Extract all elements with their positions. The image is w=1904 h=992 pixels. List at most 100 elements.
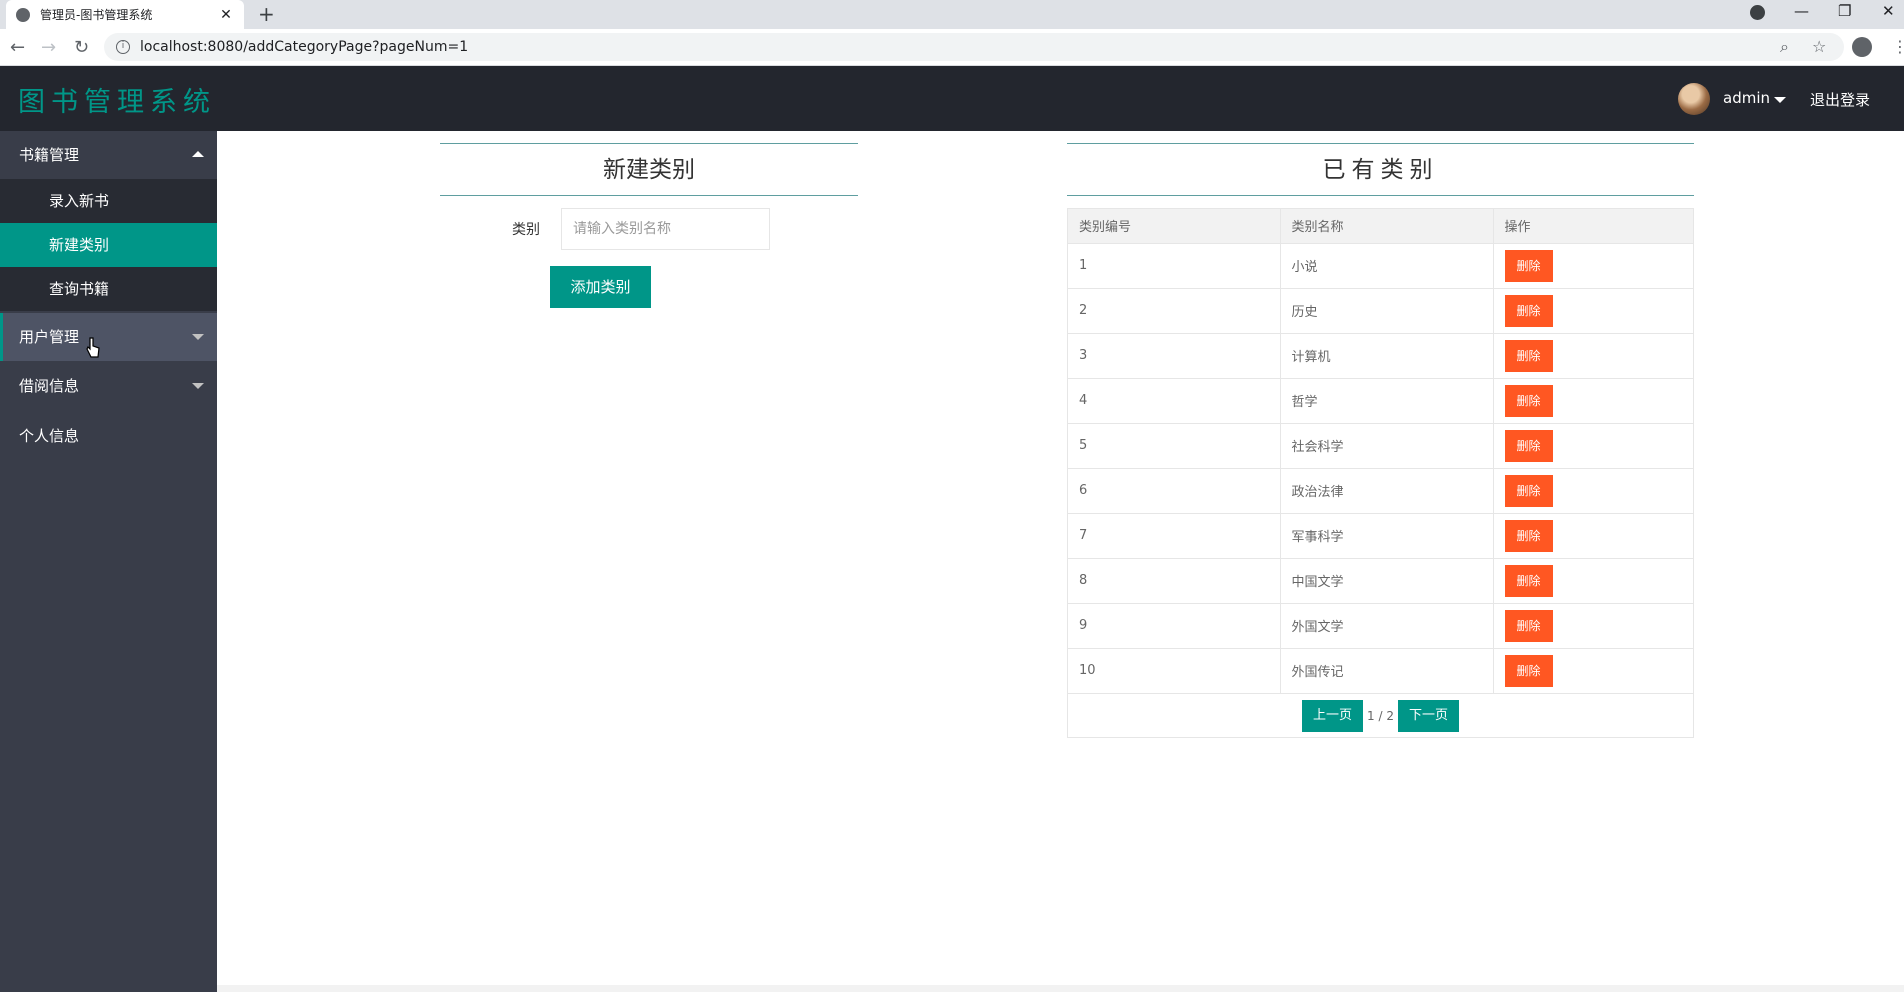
table-row: 3 计算机 删除 [1068,333,1693,379]
logout-link[interactable]: 退出登录 [1810,89,1870,110]
tab-close-icon[interactable]: ✕ [218,7,234,23]
new-tab-icon[interactable]: + [258,2,275,26]
browser-tab-bar: 管理员-图书管理系统 ✕ + — ❐ ✕ [0,0,1904,29]
category-name: 军事科学 [1280,513,1494,559]
add-category-button[interactable]: 添加类别 [550,266,651,308]
minimize-icon[interactable]: — [1794,2,1809,20]
menu-kebab-icon[interactable]: ⋮ [1892,37,1904,56]
sidebar-item-profile[interactable]: 个人信息 [0,412,217,460]
caret-up-icon [192,151,204,157]
table-row: 2 历史 删除 [1068,288,1693,334]
category-name: 历史 [1280,288,1494,334]
sidebar-group-borrow[interactable]: 借阅信息 [0,362,217,410]
delete-button[interactable]: 删除 [1504,654,1553,687]
caret-down-icon[interactable] [1774,97,1786,103]
category-id: 8 [1068,558,1281,604]
avatar[interactable] [1678,83,1710,115]
action-cell: 删除 [1493,468,1693,514]
table-row: 9 外国文学 删除 [1068,603,1693,649]
url-input[interactable]: i localhost:8080/addCategoryPage?pageNum… [104,33,1844,61]
forward-icon[interactable]: → [41,37,56,58]
table-row: 8 中国文学 删除 [1068,558,1693,604]
column-header-id: 类别编号 [1068,209,1281,244]
category-name-input[interactable] [561,208,770,250]
category-name: 外国传记 [1280,648,1494,694]
caret-down-icon [192,383,204,389]
category-name: 中国文学 [1280,558,1494,604]
sidebar-item-add-book[interactable]: 录入新书 [0,179,217,223]
delete-button[interactable]: 删除 [1504,249,1553,282]
action-cell: 删除 [1493,648,1693,694]
category-id: 1 [1068,243,1281,289]
sidebar: 书籍管理 录入新书 新建类别 查询书籍 用户管理 借阅信息 个人信息 [0,131,217,992]
site-info-icon[interactable]: i [116,40,130,54]
close-window-icon[interactable]: ✕ [1882,2,1895,20]
bookmark-star-icon[interactable]: ☆ [1812,37,1826,56]
tab-search-icon[interactable] [1750,5,1765,20]
category-name: 小说 [1280,243,1494,289]
table-row: 5 社会科学 删除 [1068,423,1693,469]
category-id: 6 [1068,468,1281,514]
table-header-row: 类别编号 类别名称 操作 [1068,209,1693,244]
action-cell: 删除 [1493,558,1693,604]
caret-down-icon [192,334,204,340]
action-cell: 删除 [1493,243,1693,289]
address-bar: ← → ↻ i localhost:8080/addCategoryPage?p… [0,29,1904,66]
sidebar-group-label: 个人信息 [19,427,80,445]
sidebar-group-label: 书籍管理 [19,146,80,164]
category-id: 3 [1068,333,1281,379]
category-id: 5 [1068,423,1281,469]
action-cell: 删除 [1493,423,1693,469]
restore-icon[interactable]: ❐ [1838,2,1851,20]
category-id: 10 [1068,648,1281,694]
globe-icon [16,7,30,22]
category-name: 社会科学 [1280,423,1494,469]
category-name: 哲学 [1280,378,1494,424]
user-menu[interactable]: admin [1723,89,1770,107]
delete-button[interactable]: 删除 [1504,294,1553,327]
table-row: 10 外国传记 删除 [1068,648,1693,694]
category-table: 类别编号 类别名称 操作 1 小说 删除 2 历史 删除 3 计算机 删除 4 哲学 删除 5社… [1067,208,1694,738]
app-header: 图书管理系统 admin 退出登录 [0,66,1904,131]
category-field-label: 类别 [512,222,540,238]
sidebar-group-users[interactable]: 用户管理 [0,313,217,361]
delete-button[interactable]: 删除 [1504,609,1553,642]
profile-icon[interactable] [1852,37,1872,57]
table-row: 4 哲学 删除 [1068,378,1693,424]
next-page-button[interactable]: 下一页 [1397,700,1459,732]
sidebar-group-label: 用户管理 [19,328,80,346]
app-logo: 图书管理系统 [18,87,216,118]
column-header-action: 操作 [1493,209,1693,244]
sidebar-group-books[interactable]: 书籍管理 [0,131,217,179]
back-icon[interactable]: ← [10,37,25,58]
tab-title: 管理员-图书管理系统 [40,8,153,22]
browser-tab[interactable]: 管理员-图书管理系统 ✕ [6,0,244,29]
action-cell: 删除 [1493,333,1693,379]
action-cell: 删除 [1493,603,1693,649]
table-row: 1 小说 删除 [1068,243,1693,289]
form-title: 新建类别 [440,143,858,196]
delete-button[interactable]: 删除 [1504,564,1553,597]
category-id: 4 [1068,378,1281,424]
reload-icon[interactable]: ↻ [74,37,89,58]
delete-button[interactable]: 删除 [1504,384,1553,417]
page-indicator: 1 / 2 [1367,709,1394,723]
category-id: 2 [1068,288,1281,334]
delete-button[interactable]: 删除 [1504,474,1553,507]
action-cell: 删除 [1493,288,1693,334]
category-id: 9 [1068,603,1281,649]
delete-button[interactable]: 删除 [1504,519,1553,552]
action-cell: 删除 [1493,513,1693,559]
category-id: 7 [1068,513,1281,559]
category-name: 外国文学 [1280,603,1494,649]
delete-button[interactable]: 删除 [1504,339,1553,372]
delete-button[interactable]: 删除 [1504,429,1553,462]
column-header-name: 类别名称 [1280,209,1494,244]
sidebar-item-search-books[interactable]: 查询书籍 [0,267,217,311]
hand-cursor-icon [86,337,100,358]
pagination: 上一页 1 / 2 下一页 [1068,694,1693,738]
sidebar-item-new-category[interactable]: 新建类别 [0,223,217,267]
zoom-icon[interactable]: ⌕ [1780,37,1789,57]
table-title: 已有类别 [1067,143,1694,196]
prev-page-button[interactable]: 上一页 [1302,700,1364,732]
